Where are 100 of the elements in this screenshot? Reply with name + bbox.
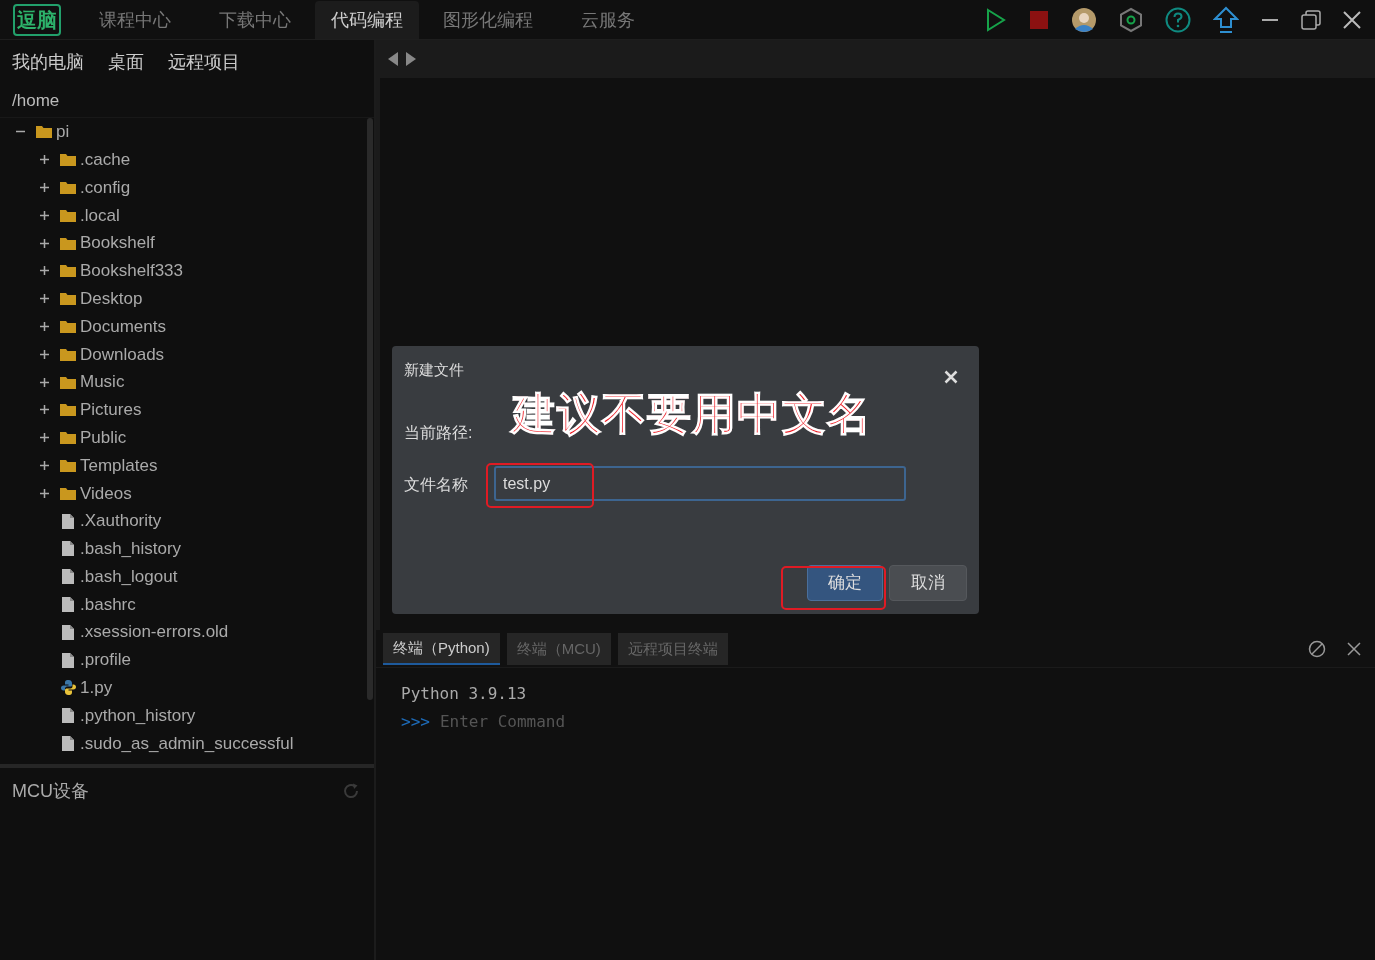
expand-icon[interactable] <box>40 266 49 276</box>
folder-icon <box>36 125 52 139</box>
file-name: Downloads <box>80 343 165 366</box>
tree-item[interactable]: .xsession-errors.old <box>0 618 374 647</box>
play-icon[interactable] <box>985 7 1007 32</box>
help-icon[interactable] <box>1165 6 1191 33</box>
tree-item[interactable]: Documents <box>0 312 374 341</box>
tree-item[interactable]: Videos <box>0 479 374 508</box>
sidebar-tab[interactable]: 远程项目 <box>168 48 240 76</box>
expand-icon[interactable] <box>40 488 49 498</box>
file-name: .python_history <box>80 704 196 727</box>
file-name: Pictures <box>80 399 142 422</box>
expand-icon[interactable] <box>40 460 49 470</box>
path-label: 当前路径: <box>404 423 473 443</box>
folder-icon <box>60 264 76 278</box>
tree-item[interactable]: Templates <box>0 451 374 480</box>
clear-icon[interactable] <box>1308 639 1326 658</box>
tree-item[interactable]: Pictures <box>0 395 374 424</box>
expand-icon[interactable] <box>40 210 49 220</box>
folder-icon <box>60 208 76 222</box>
dialog-button[interactable]: 确定 <box>807 565 883 601</box>
path-label: /home <box>0 84 374 118</box>
right-arrow-icon[interactable] <box>406 52 416 66</box>
prompt-symbol: >>> <box>401 711 430 733</box>
expand-icon[interactable] <box>40 238 49 248</box>
tree-item[interactable]: .config <box>0 173 374 202</box>
tree-item[interactable]: .Xauthority <box>0 507 374 535</box>
folder-icon <box>60 347 76 361</box>
nav-tab[interactable]: 下载中心 <box>195 0 315 39</box>
tree-item[interactable]: Desktop <box>0 284 374 313</box>
tree-item[interactable]: .local <box>0 201 374 230</box>
file-name: Bookshelf <box>80 232 155 255</box>
close-icon[interactable] <box>1347 641 1361 656</box>
command-field[interactable]: Enter Command <box>439 708 840 736</box>
expand-icon[interactable] <box>40 349 49 359</box>
sidebar-tab[interactable]: 桌面 <box>108 48 144 76</box>
folder-icon <box>60 486 76 500</box>
expand-icon[interactable] <box>40 321 49 331</box>
app-logo: 逗脑 <box>13 3 61 36</box>
tree-item[interactable]: .bashrc <box>0 590 374 619</box>
tree-item[interactable]: 1.py <box>0 673 374 702</box>
restore-icon[interactable] <box>1301 9 1321 30</box>
left-arrow-icon[interactable] <box>388 52 398 66</box>
avatar-icon[interactable] <box>1071 6 1097 33</box>
file-icon <box>62 596 74 612</box>
file-name: pi <box>56 121 70 144</box>
expand-icon[interactable] <box>40 377 49 387</box>
tree-item[interactable]: .python_history <box>0 701 374 730</box>
file-name: Documents <box>80 315 166 338</box>
tree-item[interactable]: .profile <box>0 646 374 674</box>
file-name: Templates <box>80 454 158 477</box>
file-icon <box>62 652 74 668</box>
expand-icon[interactable] <box>40 183 49 192</box>
nav-tab[interactable]: 云服务 <box>557 0 659 39</box>
tree-item[interactable]: Music <box>0 368 374 396</box>
file-name: .bash_history <box>80 538 182 561</box>
tree-item[interactable]: .cache <box>0 145 374 174</box>
tree-item[interactable]: Downloads <box>0 340 374 369</box>
expand-icon[interactable] <box>40 294 49 304</box>
file-name: .Xauthority <box>80 510 162 533</box>
scrollbar[interactable] <box>367 118 373 700</box>
annotation-text: 建议不要用中文名 <box>512 388 872 440</box>
file-icon <box>62 708 74 724</box>
file-name: Public <box>80 426 127 449</box>
expand-icon[interactable] <box>40 405 49 415</box>
tree-item[interactable]: Public <box>0 423 374 452</box>
tree-item[interactable]: Bookshelf <box>0 229 374 257</box>
tree-item[interactable]: pi <box>0 118 374 146</box>
sidebar-tab[interactable]: 我的电脑 <box>12 48 84 76</box>
tree-item[interactable]: Bookshelf333 <box>0 257 374 285</box>
name-label: 文件名称 <box>404 475 468 495</box>
upload-icon[interactable] <box>1213 5 1239 34</box>
expand-icon[interactable] <box>40 155 49 165</box>
folder-icon <box>60 403 76 417</box>
folder-icon <box>60 319 76 333</box>
hexagon-icon[interactable] <box>1119 6 1143 33</box>
nav-tab[interactable]: 课程中心 <box>75 0 195 39</box>
file-icon <box>62 569 74 585</box>
file-name: Desktop <box>80 287 143 310</box>
tree-item[interactable]: .bash_logout <box>0 562 374 591</box>
nav-tab[interactable]: 代码编程 <box>315 0 419 39</box>
expand-icon[interactable] <box>40 433 49 443</box>
folder-icon <box>60 375 76 389</box>
tree-item[interactable]: .sudo_as_admin_successful <box>0 729 374 758</box>
file-icon <box>62 735 74 751</box>
file-name: Bookshelf333 <box>80 260 184 283</box>
close-icon[interactable] <box>1343 10 1361 29</box>
minimize-icon[interactable] <box>1261 17 1279 22</box>
file-icon <box>62 513 74 529</box>
file-name-field[interactable]: test.py <box>494 466 906 501</box>
nav-tab[interactable]: 图形化编程 <box>419 0 557 39</box>
file-name: .local <box>80 204 120 227</box>
terminal-tab[interactable]: 终端（Python) <box>383 632 500 665</box>
folder-icon <box>60 236 76 250</box>
folder-icon <box>60 458 76 472</box>
tree-item[interactable]: .bash_history <box>0 534 374 563</box>
file-icon <box>62 541 74 557</box>
terminal-output: Python 3.9.13 <box>401 683 528 705</box>
folder-icon <box>60 431 76 445</box>
dialog-button[interactable]: 取消 <box>889 565 967 601</box>
